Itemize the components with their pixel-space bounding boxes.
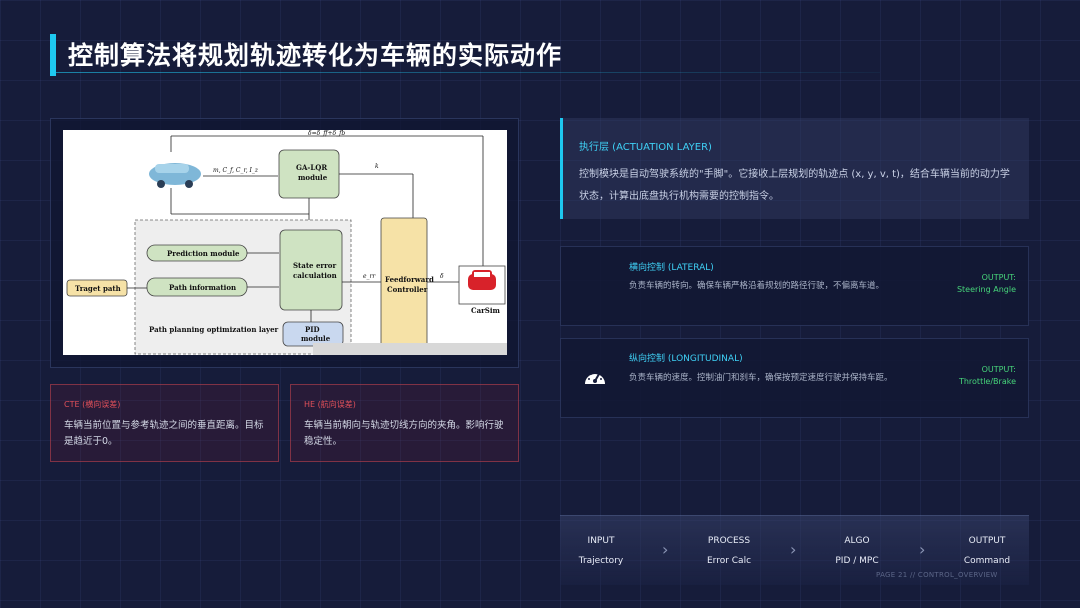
he-body: 车辆当前朝向与轨迹切线方向的夹角。影响行驶稳定性。 — [304, 420, 504, 447]
longitudinal-output-value: Throttle/Brake — [958, 377, 1016, 386]
title-divider — [56, 72, 880, 73]
diagram-err-label: e_rr — [363, 273, 376, 280]
longitudinal-desc: 负责车辆的速度。控制油门和刹车，确保按预定速度行驶并保持车距。 — [629, 373, 893, 383]
control-architecture-diagram: δ=δ_ff+δ_fb m, C_f, C_r, I_z GA-LQR modu… — [63, 130, 507, 355]
actuation-title: 执行层 (ACTUATION LAYER) — [579, 142, 712, 153]
lateral-output-value: Steering Angle — [956, 285, 1016, 294]
cte-body: 车辆当前位置与参考轨迹之间的垂直距离。目标是趋近于0。 — [64, 420, 264, 447]
diagram-k-label: k — [375, 163, 379, 170]
carsim-car-icon — [468, 270, 496, 290]
he-title: HE (航向误差) — [304, 400, 356, 409]
target-path-label: Traget path — [75, 284, 121, 293]
step-input-label: INPUT — [587, 536, 615, 546]
actuation-body: 控制模块是自动驾驶系统的"手脚"。它接收上层规划的轨迹点 (x, y, v, t… — [579, 169, 1010, 202]
lateral-desc: 负责车辆的转向。确保车辆严格沿着规划的路径行驶，不偏离车道。 — [629, 281, 885, 291]
page-footer-tag: PAGE 21 // CONTROL_OVERVIEW — [876, 571, 998, 579]
longitudinal-title: 纵向控制 (LONGITUDINAL) — [629, 354, 743, 364]
page-title: 控制算法将规划轨迹转化为车辆的实际动作 — [68, 41, 563, 70]
step-input-value: Trajectory — [578, 556, 624, 566]
diagram-delta-label: δ — [440, 273, 444, 280]
galqr-label: GA-LQR — [296, 163, 327, 172]
chevron-right-icon: › — [919, 540, 926, 559]
he-card: HE (航向误差) 车辆当前朝向与轨迹切线方向的夹角。影响行驶稳定性。 — [290, 384, 519, 462]
pipeline-step-algo: ALGO PID / MPC — [812, 536, 902, 566]
prediction-label: Prediction module — [167, 249, 240, 258]
pid-label: PID — [305, 325, 320, 334]
state-error-sub-label: calculation — [293, 271, 337, 280]
cte-card: CTE (横向误差) 车辆当前位置与参考轨迹之间的垂直距离。目标是趋近于0。 — [50, 384, 279, 462]
lateral-title: 横向控制 (LATERAL) — [629, 263, 714, 273]
path-info-label: Path information — [169, 283, 236, 292]
lateral-output-label: OUTPUT: — [981, 273, 1016, 282]
step-output-value: Command — [963, 556, 1011, 566]
step-process-label: PROCESS — [707, 536, 751, 546]
pipeline-step-output: OUTPUT Command — [942, 536, 1032, 566]
gauge-icon — [585, 371, 605, 384]
longitudinal-output-label: OUTPUT: — [981, 365, 1016, 374]
galqr-sub-label: module — [298, 173, 328, 182]
planning-layer-label: Path planning optimization layer — [149, 325, 279, 334]
step-algo-label: ALGO — [844, 536, 870, 546]
pipeline-step-input: INPUT Trajectory — [556, 536, 646, 566]
chevron-right-icon: › — [662, 540, 669, 559]
step-output-label: OUTPUT — [968, 536, 1006, 546]
diagram-feedback-label: δ=δ_ff+δ_fb — [308, 130, 345, 137]
actuation-accent-bar — [560, 118, 563, 219]
step-algo-value: PID / MPC — [835, 556, 879, 566]
step-process-value: Error Calc — [706, 556, 752, 566]
diagram-params-label: m, C_f, C_r, I_z — [213, 167, 259, 174]
state-error-box — [279, 229, 343, 311]
cte-title: CTE (横向误差) — [64, 400, 121, 409]
state-error-label: State error — [293, 261, 336, 270]
vehicle-image — [149, 163, 201, 188]
pid-sub-label: module — [301, 334, 331, 343]
feedforward-sub-label: Controller — [387, 285, 428, 294]
feedforward-label: Feedforward — [385, 275, 434, 284]
carsim-label: CarSim — [471, 306, 501, 315]
diagram-svg: δ=δ_ff+δ_fb m, C_f, C_r, I_z GA-LQR modu… — [66, 130, 506, 355]
chevron-right-icon: › — [790, 540, 797, 559]
diagram-caption-strip — [313, 343, 507, 355]
pipeline-step-process: PROCESS Error Calc — [684, 536, 774, 566]
title-accent-bar — [50, 34, 56, 76]
